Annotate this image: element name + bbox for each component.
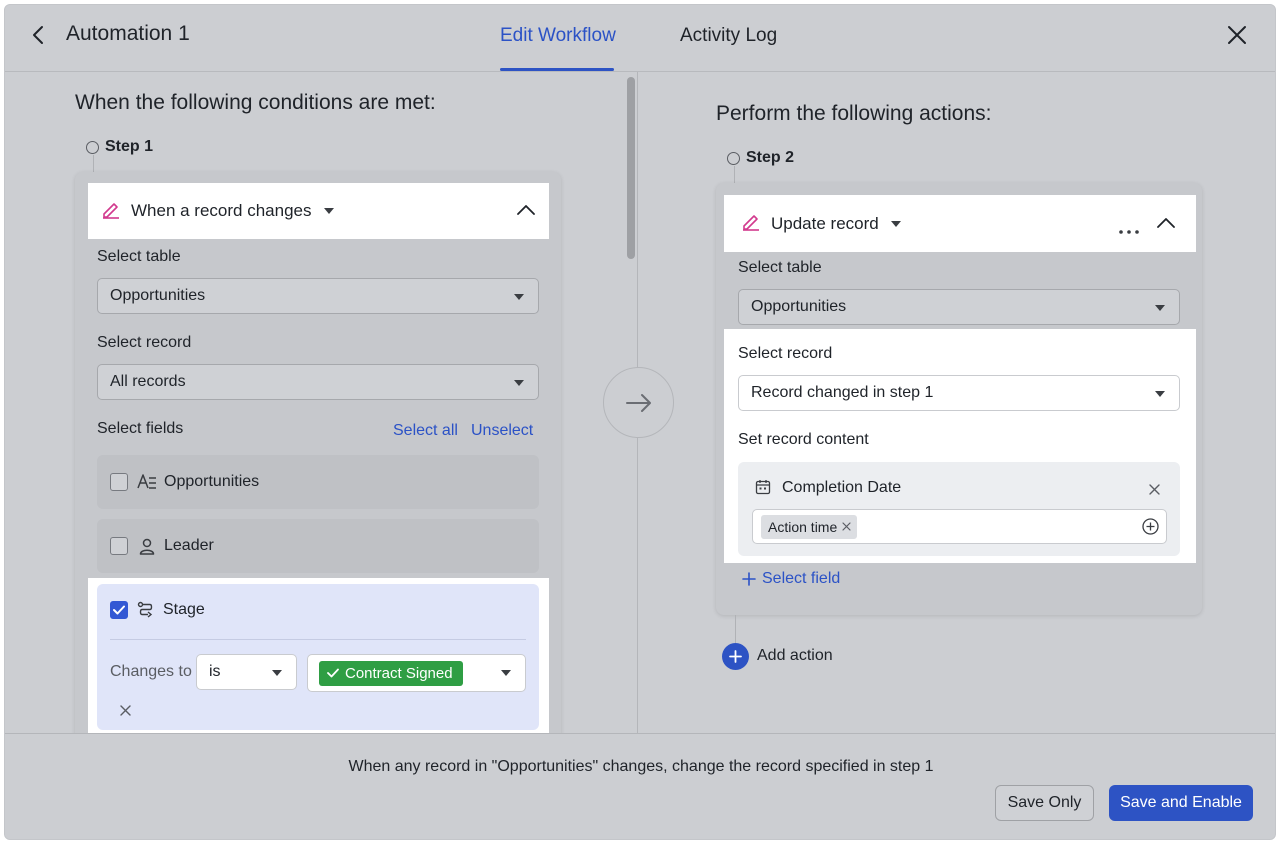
add-action-label[interactable]: Add action (757, 647, 833, 665)
active-tab-indicator (500, 68, 614, 71)
step-1-text: Step 1 (105, 138, 154, 155)
dialog-footer: When any record in "Opportunities" chang… (5, 733, 1275, 839)
value-chip: Action time (761, 514, 858, 539)
field-checkbox-checked[interactable] (110, 601, 128, 619)
save-only-button[interactable]: Save Only (995, 785, 1094, 821)
collapse-chevron-up-icon[interactable] (1157, 216, 1175, 234)
plus-icon (742, 572, 756, 586)
field-row-opportunities[interactable]: Opportunities (97, 455, 539, 509)
set-record-content-label: Set record content (738, 431, 869, 448)
automation-dialog: Automation 1 Edit Workflow Activity Log … (4, 4, 1276, 840)
action-type-caret-icon[interactable] (890, 220, 901, 227)
step-2-text: Step 2 (746, 149, 795, 166)
field-row-stage[interactable]: Stage Changes to is Contract Signed (97, 584, 539, 730)
trigger-type-label: When a record changes (131, 201, 312, 220)
field-checkbox[interactable] (110, 473, 128, 491)
page-title: Automation 1 (66, 22, 190, 45)
calendar-icon (755, 479, 771, 500)
trigger-section-title: When the following conditions are met: (75, 91, 436, 114)
close-icon[interactable] (1225, 23, 1249, 47)
check-icon (327, 668, 339, 678)
step-connector (735, 615, 736, 643)
changes-to-label: Changes to (110, 663, 192, 680)
remove-field-icon[interactable] (1149, 482, 1160, 500)
tab-activity-log[interactable]: Activity Log (680, 25, 777, 47)
content-field-name: Completion Date (782, 479, 902, 496)
chevron-down-icon (272, 670, 282, 676)
tab-edit-workflow[interactable]: Edit Workflow (500, 25, 616, 47)
chip-label: Action time (768, 518, 838, 535)
chevron-down-icon (501, 670, 511, 676)
add-action-plus-icon[interactable] (722, 643, 749, 670)
action-type-label: Update record (771, 213, 879, 233)
action-record-value: Record changed in step 1 (751, 384, 934, 401)
remove-condition-icon[interactable] (120, 703, 131, 721)
chevron-down-icon (514, 294, 524, 300)
field-name: Leader (164, 537, 214, 554)
stage-divider (110, 639, 526, 640)
step-2-label: Step 2 (727, 149, 794, 167)
trigger-type-caret-icon[interactable] (323, 208, 334, 214)
select-record-label: Select record (738, 345, 833, 362)
action-table-select[interactable]: Opportunities (738, 289, 1180, 325)
trigger-card-header[interactable]: When a record changes (88, 183, 549, 239)
chevron-down-icon (1155, 305, 1165, 311)
record-content-box: Completion Date Action time (738, 462, 1180, 556)
dialog-header: Automation 1 Edit Workflow Activity Log (5, 5, 1275, 72)
field-row-leader[interactable]: Leader (97, 519, 539, 573)
edit-pencil-icon (741, 211, 761, 236)
step-connector (734, 166, 735, 184)
edit-pencil-icon (101, 199, 121, 224)
back-arrow-icon[interactable] (27, 24, 49, 46)
collapse-chevron-up-icon[interactable] (517, 203, 535, 221)
step-dot-icon (727, 151, 740, 165)
select-record-label: Select record (97, 334, 192, 351)
select-table-label: Select table (738, 259, 822, 276)
action-table-value: Opportunities (751, 298, 847, 315)
chevron-down-icon (1155, 391, 1165, 397)
step-dot-icon (86, 140, 99, 154)
person-icon (137, 536, 157, 556)
flow-icon (137, 601, 155, 619)
status-tag: Contract Signed (319, 660, 463, 686)
step-1-label: Step 1 (86, 138, 153, 156)
operator-value: is (209, 663, 221, 680)
condition-value-select[interactable]: Contract Signed (307, 654, 526, 692)
more-options-icon[interactable] (1119, 221, 1139, 239)
select-table-label: Select table (97, 248, 181, 265)
select-fields-label: Select fields (97, 420, 184, 437)
left-panel-scrollbar[interactable] (627, 77, 635, 259)
select-field-button[interactable]: Select field (742, 570, 840, 588)
trigger-record-value: All records (110, 373, 186, 390)
save-and-enable-button[interactable]: Save and Enable (1109, 785, 1253, 821)
flow-arrow-icon (603, 367, 674, 438)
select-all-link[interactable]: Select all (393, 422, 458, 440)
action-section-title: Perform the following actions: (716, 102, 992, 125)
action-card-header[interactable]: Update record (724, 195, 1196, 252)
workflow-summary: When any record in "Opportunities" chang… (348, 758, 934, 775)
content-value-input[interactable]: Action time (752, 509, 1167, 544)
trigger-record-select[interactable]: All records (97, 364, 539, 400)
condition-operator-select[interactable]: is (196, 654, 297, 690)
action-record-select[interactable]: Record changed in step 1 (738, 375, 1180, 411)
text-field-icon (137, 472, 157, 492)
trigger-table-value: Opportunities (110, 287, 206, 304)
field-name: Opportunities (164, 473, 260, 490)
unselect-link[interactable]: Unselect (471, 422, 533, 440)
condition-value: Contract Signed (345, 664, 453, 682)
chip-remove-icon (842, 522, 851, 531)
add-circle-icon[interactable] (1142, 518, 1159, 540)
field-name: Stage (163, 601, 205, 618)
step-connector (93, 155, 94, 173)
trigger-table-select[interactable]: Opportunities (97, 278, 539, 314)
select-field-label: Select field (762, 570, 841, 587)
field-checkbox[interactable] (110, 537, 128, 555)
chevron-down-icon (514, 380, 524, 386)
